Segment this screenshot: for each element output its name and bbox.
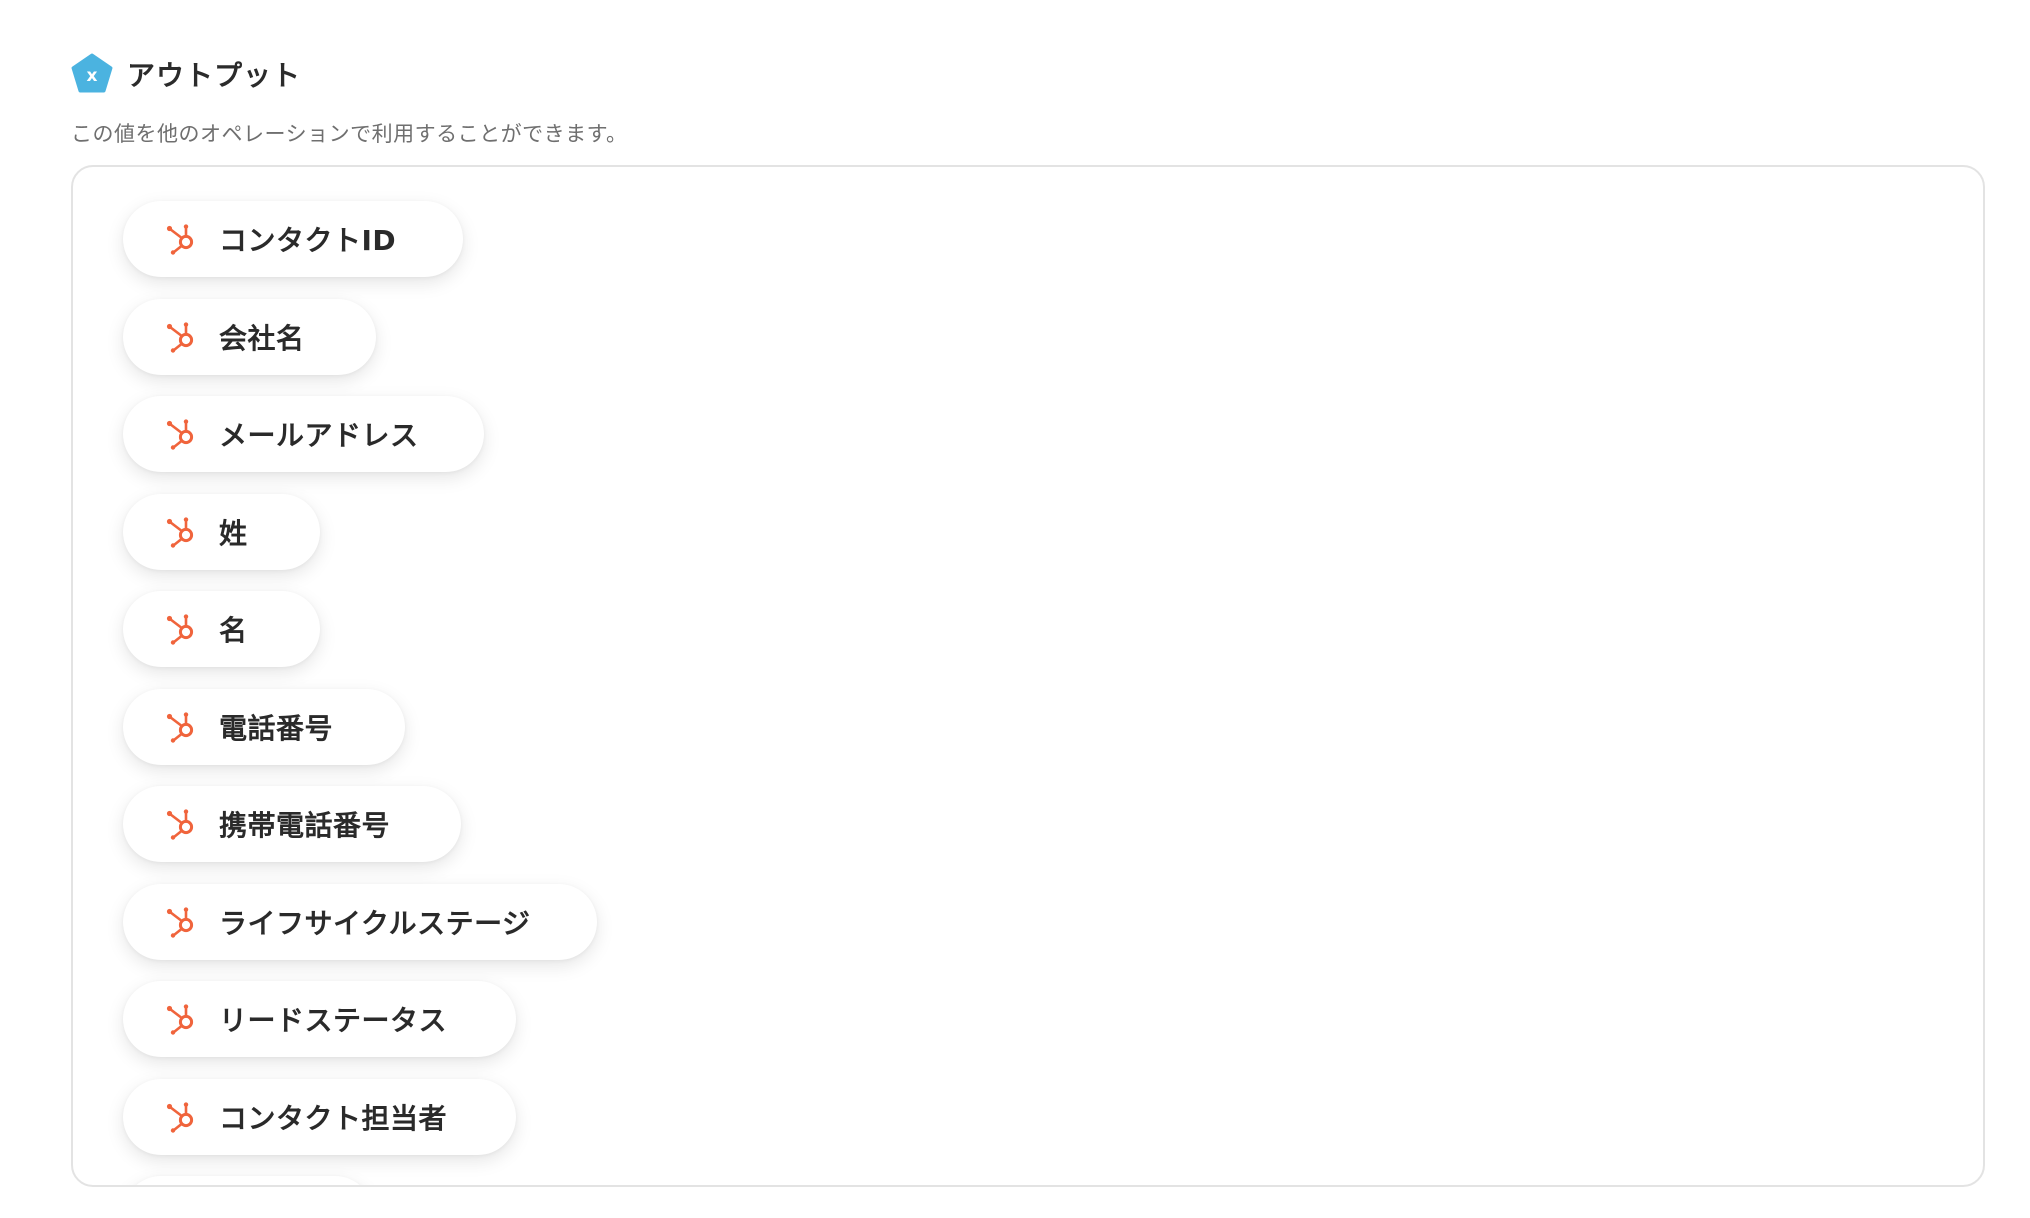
hubspot-icon <box>166 1004 194 1035</box>
hubspot-icon <box>166 322 194 353</box>
output-chip-label: コンタクト担当者 <box>219 1102 448 1135</box>
output-chip[interactable]: 電話番号 <box>123 689 405 765</box>
output-chip-label: リードステータス <box>219 1004 448 1037</box>
output-chip-label: コンタクトID <box>219 224 397 257</box>
svg-text:x: x <box>87 66 98 86</box>
output-chip-label: 電話番号 <box>219 712 334 745</box>
hubspot-icon <box>166 224 194 255</box>
output-chip[interactable]: 会社名 <box>123 299 376 375</box>
output-chip-label: 名 <box>219 614 248 647</box>
output-chip[interactable] <box>123 1176 373 1185</box>
output-values-panel[interactable]: コンタクトID 会社名メールアドレス姓名電話番号携帯電話番号ライフサイクルステージ… <box>71 165 1985 1187</box>
output-chip[interactable]: リードステータス <box>123 981 516 1057</box>
output-chip[interactable]: コンタクト担当者 <box>123 1079 516 1155</box>
output-chip[interactable]: コンタクトID <box>123 201 463 277</box>
hubspot-icon <box>166 614 194 645</box>
hubspot-icon <box>166 1102 194 1133</box>
variable-pentagon-icon: x <box>71 53 113 95</box>
hubspot-icon <box>166 419 194 450</box>
output-chip[interactable]: 携帯電話番号 <box>123 786 461 862</box>
output-header: x アウトプット <box>71 52 1988 96</box>
output-description: この値を他のオペレーションで利用することができます。 <box>71 122 628 146</box>
output-chip[interactable]: メールアドレス <box>123 396 484 472</box>
output-chip-label: メールアドレス <box>219 419 419 452</box>
hubspot-icon <box>166 907 194 938</box>
hubspot-icon <box>166 809 194 840</box>
output-chip-label: 会社名 <box>219 322 305 355</box>
output-chip[interactable]: ライフサイクルステージ <box>123 884 597 960</box>
hubspot-icon <box>166 712 194 743</box>
output-title: アウトプット <box>127 59 302 92</box>
output-chip-label: ライフサイクルステージ <box>219 907 531 940</box>
output-chip-label: 携帯電話番号 <box>219 809 391 842</box>
output-section: x アウトプット この値を他のオペレーションで利用することができます。 コンタク… <box>71 52 1988 1187</box>
output-chip-label: 姓 <box>219 517 248 550</box>
hubspot-icon <box>166 517 194 548</box>
output-chip[interactable]: 姓 <box>123 494 320 570</box>
output-chip[interactable]: 名 <box>123 591 320 667</box>
